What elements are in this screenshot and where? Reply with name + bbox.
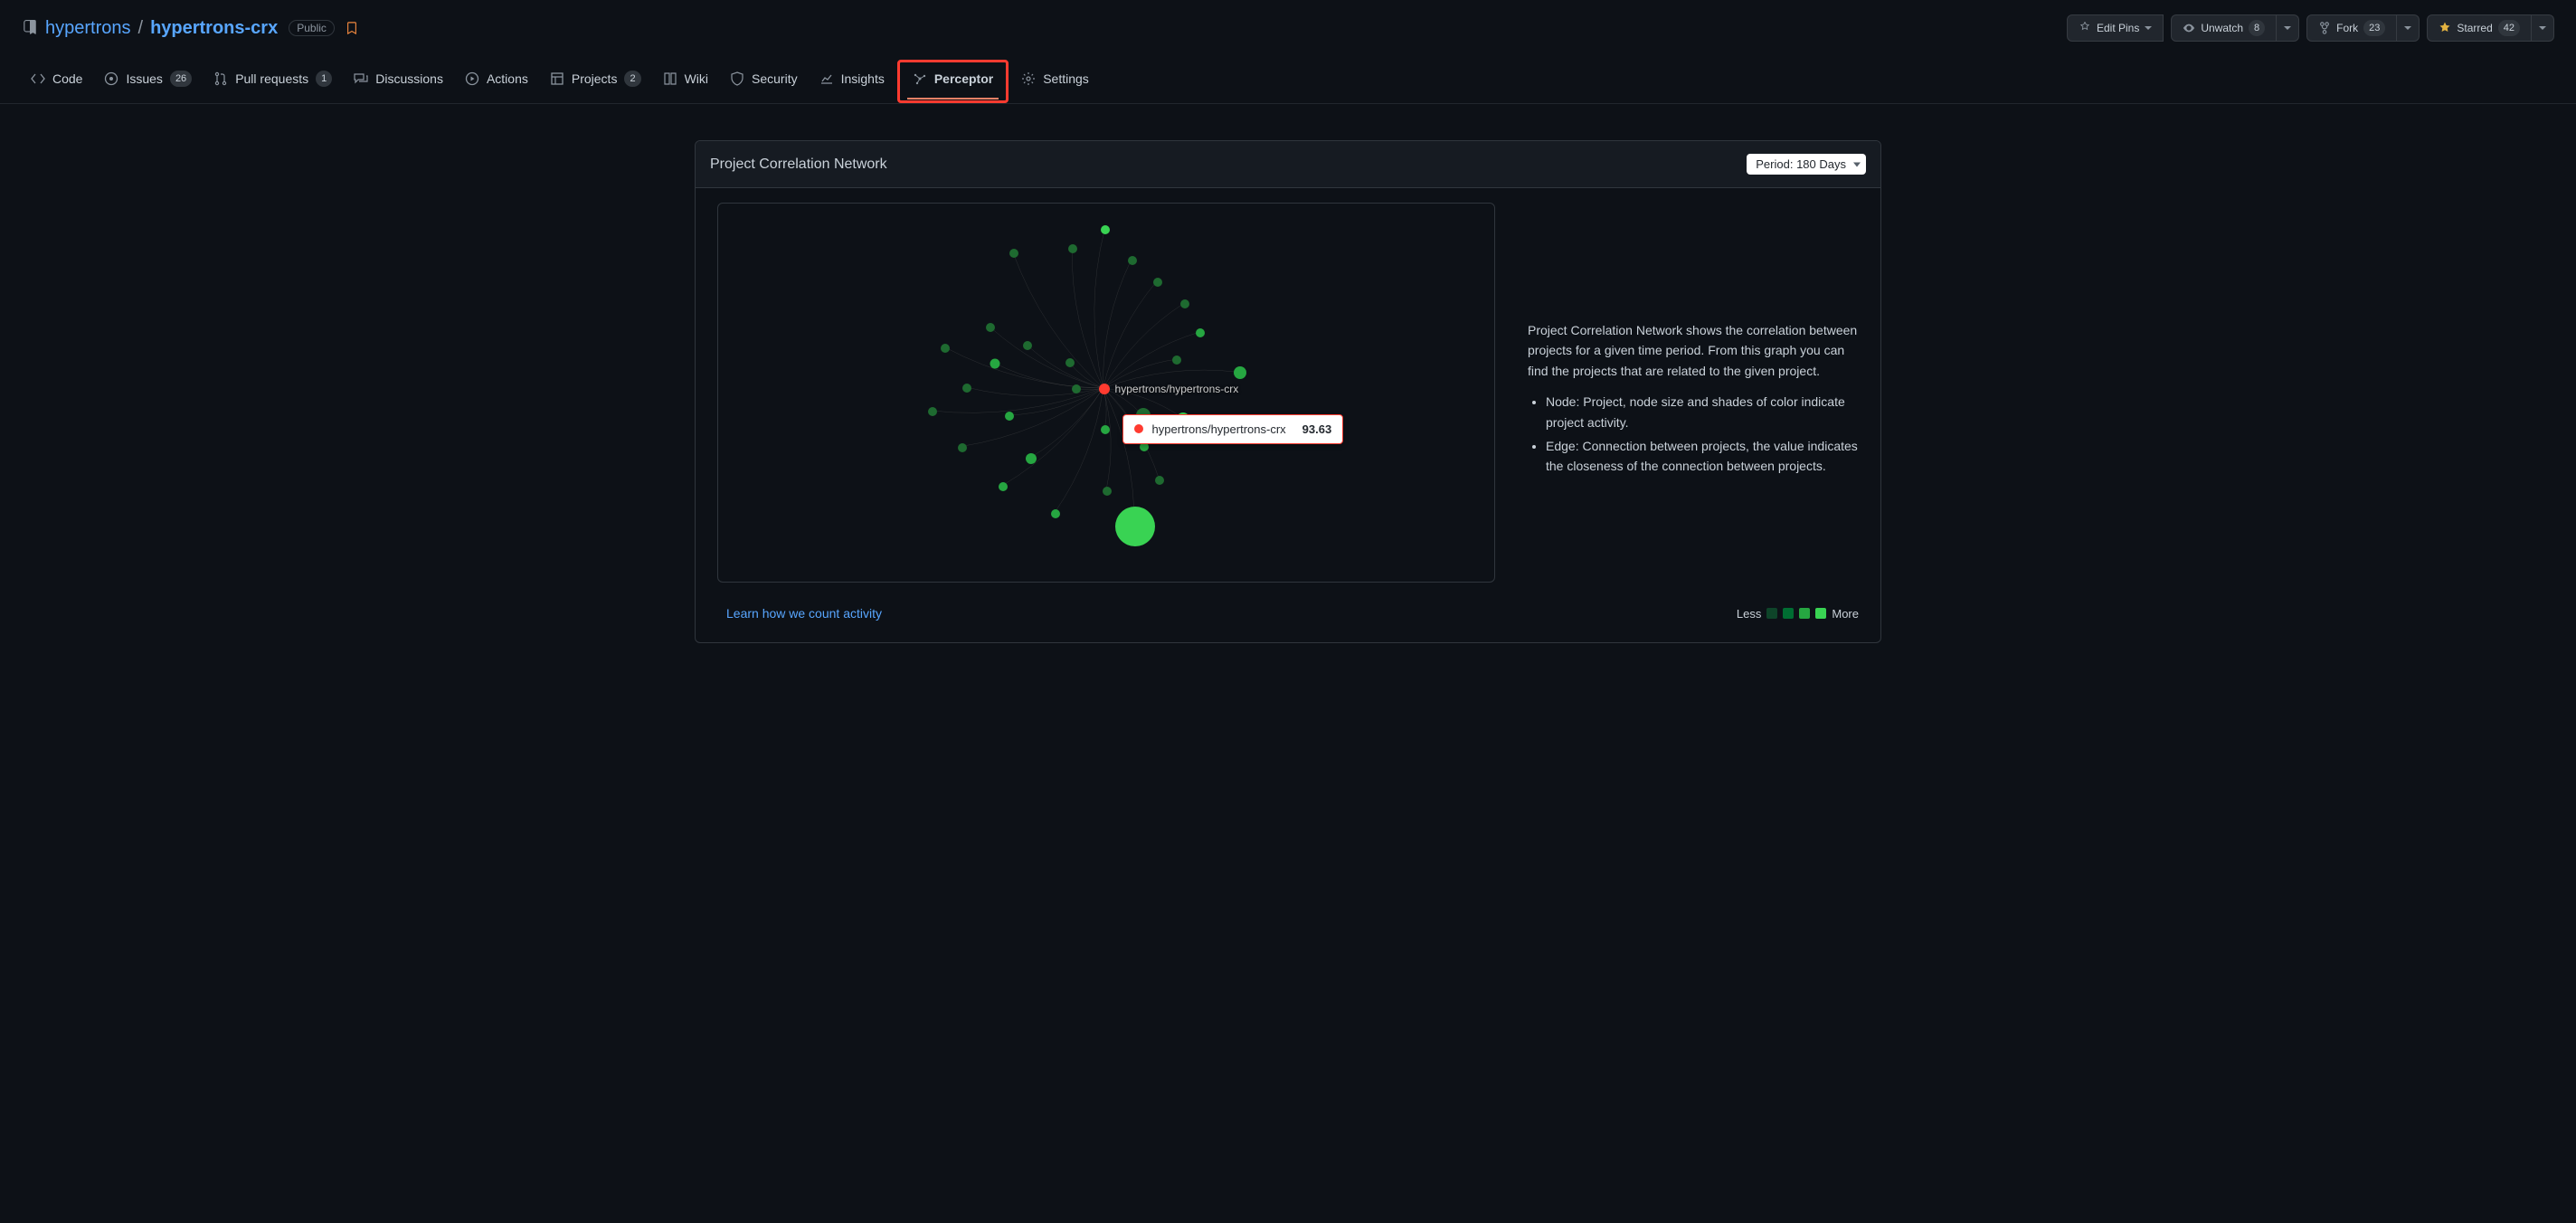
tab-insights[interactable]: Insights bbox=[810, 62, 894, 100]
chevron-down-icon bbox=[2539, 26, 2546, 30]
network-node[interactable] bbox=[986, 323, 995, 332]
network-node[interactable] bbox=[1072, 384, 1081, 393]
network-node[interactable] bbox=[1005, 412, 1014, 421]
network-node[interactable] bbox=[1065, 358, 1075, 367]
period-select[interactable]: Period: 180 Days bbox=[1747, 154, 1866, 175]
tab-discussions[interactable]: Discussions bbox=[345, 62, 452, 100]
network-node[interactable] bbox=[1180, 299, 1189, 308]
node-tooltip: hypertrons/hypertrons-crx 93.63 bbox=[1122, 414, 1344, 444]
tab-wiki[interactable]: Wiki bbox=[654, 62, 717, 100]
tab-issues[interactable]: Issues 26 bbox=[95, 62, 201, 101]
tab-code[interactable]: Code bbox=[22, 62, 91, 100]
activity-legend: Less More bbox=[1737, 607, 1859, 621]
repo-icon bbox=[22, 20, 38, 36]
network-node[interactable] bbox=[1196, 328, 1205, 337]
network-node[interactable] bbox=[1009, 249, 1018, 258]
network-node[interactable] bbox=[1155, 476, 1164, 485]
center-node[interactable] bbox=[1099, 384, 1110, 394]
network-node[interactable] bbox=[1234, 366, 1246, 379]
tooltip-dot-icon bbox=[1134, 424, 1143, 433]
visibility-badge: Public bbox=[289, 20, 335, 36]
network-node[interactable] bbox=[1026, 453, 1037, 464]
network-node[interactable] bbox=[1101, 225, 1110, 234]
panel-desc: Project Correlation Network shows the co… bbox=[1528, 320, 1859, 381]
chevron-down-icon bbox=[2284, 26, 2291, 30]
repo-name-link[interactable]: hypertrons-crx bbox=[150, 18, 278, 39]
unwatch-caret[interactable] bbox=[2277, 14, 2299, 42]
network-node[interactable] bbox=[1153, 278, 1162, 287]
tab-pull-requests[interactable]: Pull requests 1 bbox=[204, 62, 341, 101]
breadcrumb: hypertrons / hypertrons-crx Public bbox=[22, 18, 358, 39]
bullet-node: Node: Project, node size and shades of c… bbox=[1546, 392, 1859, 432]
chevron-down-icon bbox=[2404, 26, 2411, 30]
starred-caret[interactable] bbox=[2532, 14, 2554, 42]
unwatch-button[interactable]: Unwatch 8 bbox=[2171, 14, 2277, 42]
network-node[interactable] bbox=[1101, 425, 1110, 434]
network-node[interactable] bbox=[958, 443, 967, 452]
network-node[interactable] bbox=[941, 344, 950, 353]
chevron-down-icon bbox=[2145, 26, 2152, 30]
edit-pins-button[interactable]: Edit Pins bbox=[2067, 14, 2164, 42]
highlight-box: Perceptor bbox=[897, 60, 1009, 103]
network-node[interactable] bbox=[1068, 244, 1077, 253]
network-node[interactable] bbox=[1115, 507, 1155, 546]
tab-security[interactable]: Security bbox=[721, 62, 807, 100]
repo-tabs: Code Issues 26 Pull requests 1 Discussio… bbox=[0, 60, 2576, 104]
network-node[interactable] bbox=[999, 482, 1008, 491]
tab-projects[interactable]: Projects 2 bbox=[541, 62, 650, 101]
network-node[interactable] bbox=[1103, 487, 1112, 496]
starred-button[interactable]: Starred 42 bbox=[2427, 14, 2532, 42]
fork-caret[interactable] bbox=[2397, 14, 2420, 42]
network-graph[interactable]: hypertrons/hypertrons-crx hypertrons/hyp… bbox=[717, 203, 1495, 583]
tab-settings[interactable]: Settings bbox=[1012, 62, 1098, 100]
network-node[interactable] bbox=[1023, 341, 1032, 350]
tab-actions[interactable]: Actions bbox=[456, 62, 537, 100]
bullet-edge: Edge: Connection between projects, the v… bbox=[1546, 436, 1859, 477]
network-node[interactable] bbox=[1128, 256, 1137, 265]
bookmark-icon[interactable] bbox=[346, 21, 358, 35]
network-node[interactable] bbox=[962, 384, 971, 393]
node-label: hypertrons/hypertrons-crx bbox=[1115, 383, 1239, 395]
network-node[interactable] bbox=[1172, 356, 1181, 365]
learn-link[interactable]: Learn how we count activity bbox=[726, 606, 882, 621]
network-node[interactable] bbox=[928, 407, 937, 416]
panel-title: Project Correlation Network bbox=[710, 156, 887, 173]
tab-perceptor[interactable]: Perceptor bbox=[900, 62, 1006, 100]
repo-owner-link[interactable]: hypertrons bbox=[45, 18, 131, 39]
fork-button[interactable]: Fork 23 bbox=[2306, 14, 2397, 42]
network-node[interactable] bbox=[990, 359, 1000, 369]
correlation-panel: Project Correlation Network Period: 180 … bbox=[695, 140, 1881, 643]
network-node[interactable] bbox=[1051, 509, 1060, 518]
